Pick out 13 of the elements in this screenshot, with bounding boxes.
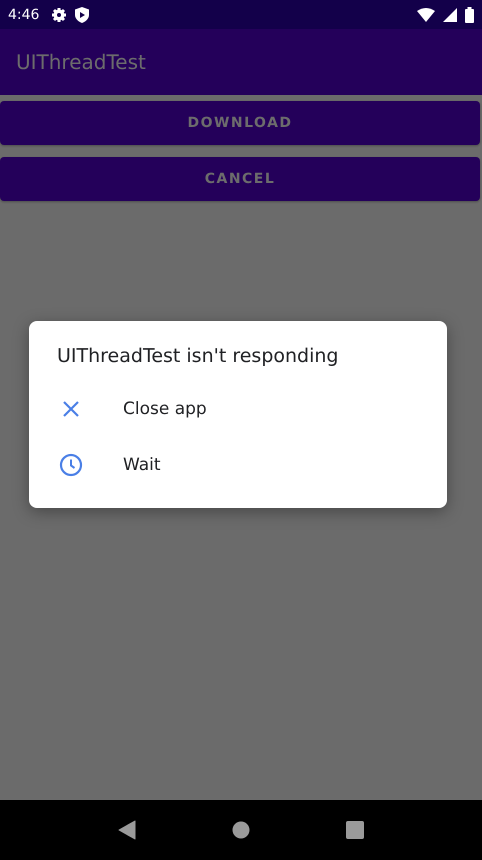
dialog-title: UIThreadTest isn't responding bbox=[57, 345, 340, 367]
wifi-icon bbox=[417, 8, 435, 22]
dialog-option[interactable]: Close app bbox=[29, 381, 447, 437]
signal-icon bbox=[443, 8, 457, 22]
app-title: UIThreadTest bbox=[16, 50, 146, 74]
back-icon[interactable] bbox=[118, 820, 136, 840]
battery-icon bbox=[465, 6, 474, 22]
dialog-option[interactable]: Wait bbox=[29, 437, 447, 493]
gear-icon bbox=[51, 6, 68, 22]
home-icon[interactable] bbox=[232, 821, 250, 839]
clock-icon bbox=[59, 453, 83, 477]
status-time: 4:46 bbox=[8, 6, 40, 22]
shield-icon bbox=[75, 6, 90, 22]
